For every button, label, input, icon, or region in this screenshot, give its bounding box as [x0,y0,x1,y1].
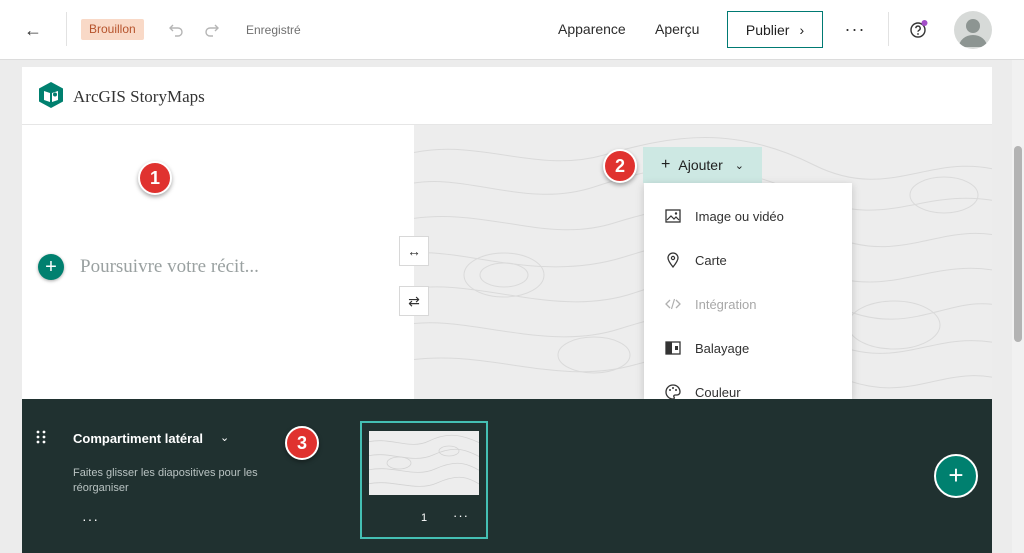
map-pin-icon [664,251,682,269]
back-arrow-icon[interactable]: ← [20,18,46,42]
expand-panel-button[interactable]: ↔ [399,236,429,266]
header-divider [888,12,889,46]
menu-item-label: Intégration [695,296,757,312]
redo-icon[interactable] [202,20,222,40]
storymaps-logo-icon [38,81,64,109]
sidecar-hint-text: Faites glisser les diapositives pour les… [73,467,258,494]
story-header: ArcGIS StoryMaps [22,67,992,125]
menu-item-image-video[interactable]: Image ou vidéo [644,194,852,238]
swipe-icon [664,339,682,357]
slide-number: 1 [421,512,428,524]
swap-arrows-icon: ⇄ [408,292,420,309]
palette-icon [664,383,682,399]
chevron-down-icon: ⌄ [734,159,744,172]
step-marker-3: 3 [285,426,319,460]
menu-item-swipe[interactable]: Balayage [644,326,852,370]
chevron-down-icon[interactable]: ⌄ [220,431,229,444]
menu-item-label: Carte [695,252,727,268]
save-status-text: Enregistré [246,23,301,37]
slide-preview-image [369,431,479,495]
page-scrollbar[interactable] [1012,60,1024,553]
preview-button[interactable]: Aperçu [655,21,699,37]
add-block-button[interactable]: + [38,254,64,280]
publish-button-label: Publier [745,21,790,38]
chevron-right-icon: › [799,21,805,38]
slide-options-button[interactable]: ··· [453,508,469,523]
image-icon [664,207,682,225]
menu-item-label: Couleur [695,384,741,400]
draft-status-badge: Brouillon [81,19,144,40]
undo-icon[interactable] [166,20,186,40]
topographic-thumbnail [369,434,479,487]
drag-handle-icon[interactable] [35,429,47,445]
scrollbar-thumb[interactable] [1014,146,1022,342]
swap-panels-button[interactable]: ⇄ [399,286,429,316]
step-marker-2: 2 [603,149,637,183]
brand-title: ArcGIS StoryMaps [73,87,205,106]
horizontal-arrows-icon: ↔ [407,243,421,259]
sidecar-title: Compartiment latéral [73,431,204,446]
menu-item-label: Image ou vidéo [695,208,784,224]
add-media-button[interactable]: + Ajouter ⌄ [643,147,762,183]
add-media-label: Ajouter [678,157,723,173]
code-icon [664,295,682,313]
more-options-button[interactable]: ··· [842,16,868,42]
add-media-menu: Image ou vidéo Carte Intégration Balayag… [644,183,852,399]
continue-story-placeholder[interactable]: Poursuivre votre récit... [80,256,259,278]
user-avatar[interactable] [954,11,992,49]
help-icon[interactable] [908,18,930,40]
menu-item-label: Balayage [695,340,750,356]
publish-button[interactable]: Publier › [727,11,823,48]
step-marker-1: 1 [138,161,172,195]
sidecar-slide-tray: Compartiment latéral ⌄ Faites glisser le… [22,399,992,553]
menu-item-map[interactable]: Carte [644,238,852,282]
add-slide-button[interactable]: + [934,454,978,498]
menu-item-embed: Intégration [644,282,852,326]
menu-item-color[interactable]: Couleur [644,370,852,399]
builder-header: ← Brouillon Enregistré Apparence Aperçu … [0,0,1024,60]
sidecar-more-button[interactable]: ··· [82,511,99,527]
appearance-button[interactable]: Apparence [558,21,626,37]
header-divider [66,12,67,46]
slide-thumbnail-card[interactable]: 1 ··· [360,421,488,539]
plus-icon: + [661,156,671,173]
narrative-panel: + Poursuivre votre récit... [22,125,414,399]
